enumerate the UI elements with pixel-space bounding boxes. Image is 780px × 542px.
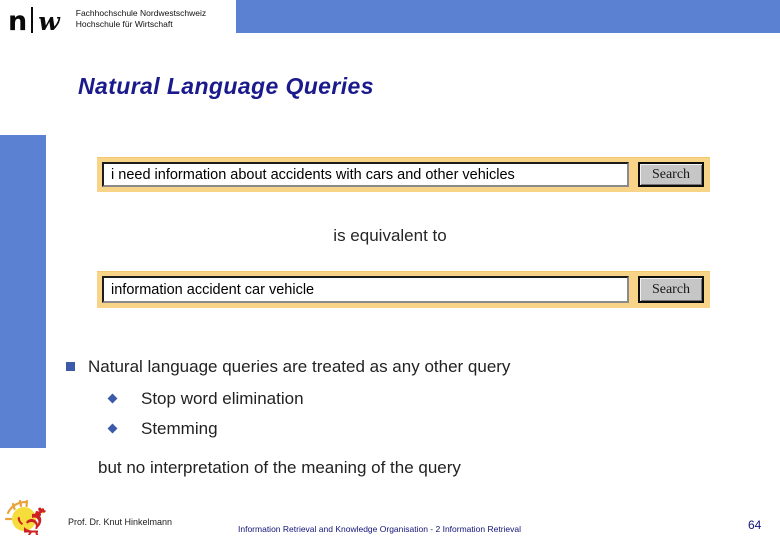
nw-logo-mark: n w — [8, 4, 60, 37]
footer-author: Prof. Dr. Knut Hinkelmann — [68, 517, 173, 527]
search-field-frame: i need information about accidents with … — [97, 157, 634, 192]
page-title: Natural Language Queries — [78, 73, 374, 100]
bullet-level2-text: Stemming — [141, 419, 218, 438]
institution-name: Fachhochschule Nordwestschweiz Hochschul… — [76, 8, 206, 30]
footer-page-number: 64 — [748, 518, 762, 532]
institution-line-1: Fachhochschule Nordwestschweiz — [75, 7, 207, 18]
list-item: Natural language queries are treated as … — [66, 355, 756, 379]
closing-note: but no interpretation of the meaning of … — [98, 458, 461, 477]
institution-line-2: Hochschule für Wirtschaft — [75, 18, 173, 29]
institution-logo: n w Fachhochschule Nordwestschweiz Hochs… — [8, 2, 238, 35]
search-input[interactable]: information accident car vehicle — [102, 276, 629, 303]
bullet-list: Natural language queries are treated as … — [66, 355, 756, 447]
left-accent-band — [0, 135, 46, 448]
search-input[interactable]: i need information about accidents with … — [102, 162, 629, 187]
bullet-level2-text: Stop word elimination — [141, 389, 304, 408]
rooster-sun-icon — [2, 497, 64, 537]
list-item: Stemming — [107, 417, 756, 441]
square-bullet-icon — [66, 362, 75, 371]
search-button-frame: Search — [634, 271, 710, 308]
diamond-bullet-icon — [107, 423, 118, 434]
header-banner — [236, 0, 780, 33]
search-button-frame: Search — [634, 157, 710, 192]
search-example-2: information accident car vehicle Search — [97, 271, 710, 308]
search-field-frame: information accident car vehicle — [97, 271, 634, 308]
search-example-1: i need information about accidents with … — [97, 157, 710, 192]
bullet-level1-text: Natural language queries are treated as … — [88, 357, 511, 376]
search-input-value: i need information about accidents with … — [111, 166, 515, 183]
logo-letter-n: n — [8, 5, 27, 37]
diamond-bullet-icon — [107, 393, 118, 404]
logo-letter-w: w — [38, 6, 60, 36]
search-input-value: information accident car vehicle — [111, 281, 315, 298]
list-item: Stop word elimination — [107, 387, 756, 411]
logo-divider-icon — [31, 6, 34, 33]
search-button[interactable]: Search — [638, 162, 704, 187]
equivalence-label: is equivalent to — [333, 226, 447, 245]
search-button[interactable]: Search — [638, 276, 704, 303]
footer-course-title: Information Retrieval and Knowledge Orga… — [238, 524, 522, 534]
